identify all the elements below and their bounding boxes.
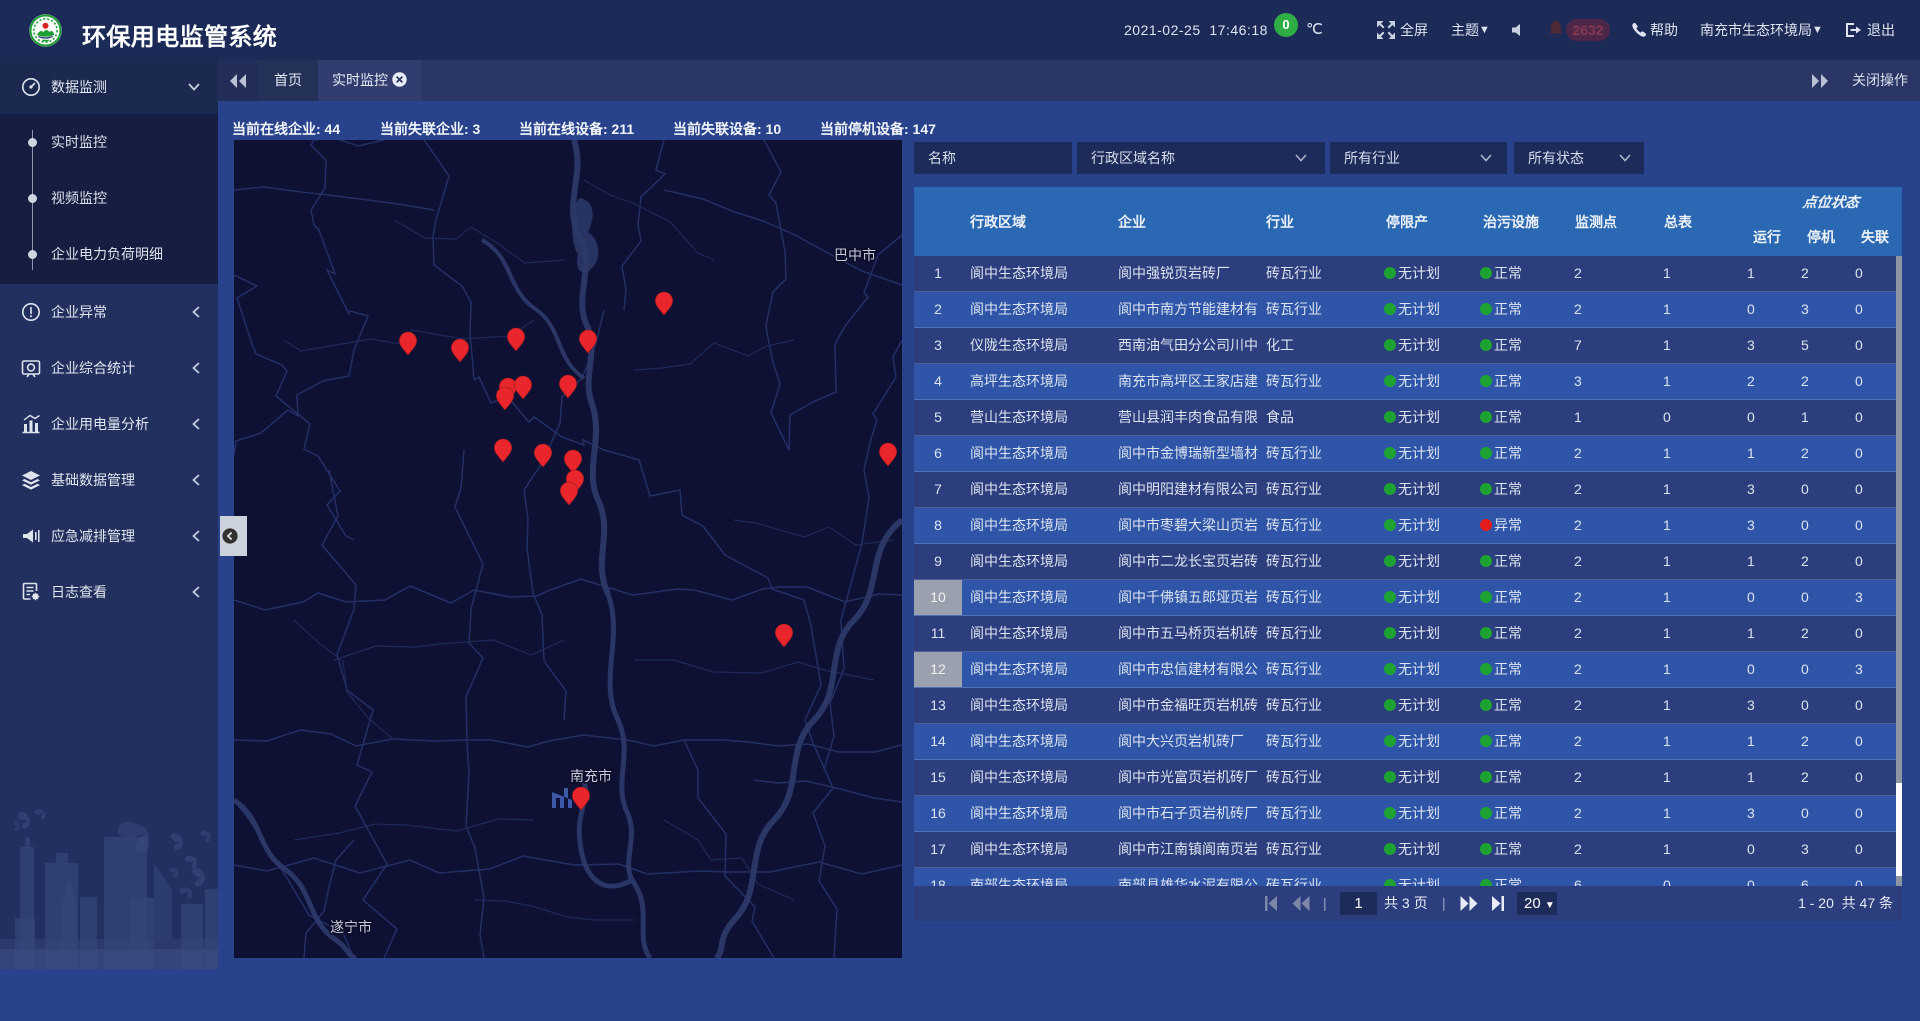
svg-text:南充市: 南充市: [570, 768, 612, 784]
svg-text:遂宁市: 遂宁市: [330, 919, 372, 935]
svg-text:巴中市: 巴中市: [834, 247, 876, 263]
